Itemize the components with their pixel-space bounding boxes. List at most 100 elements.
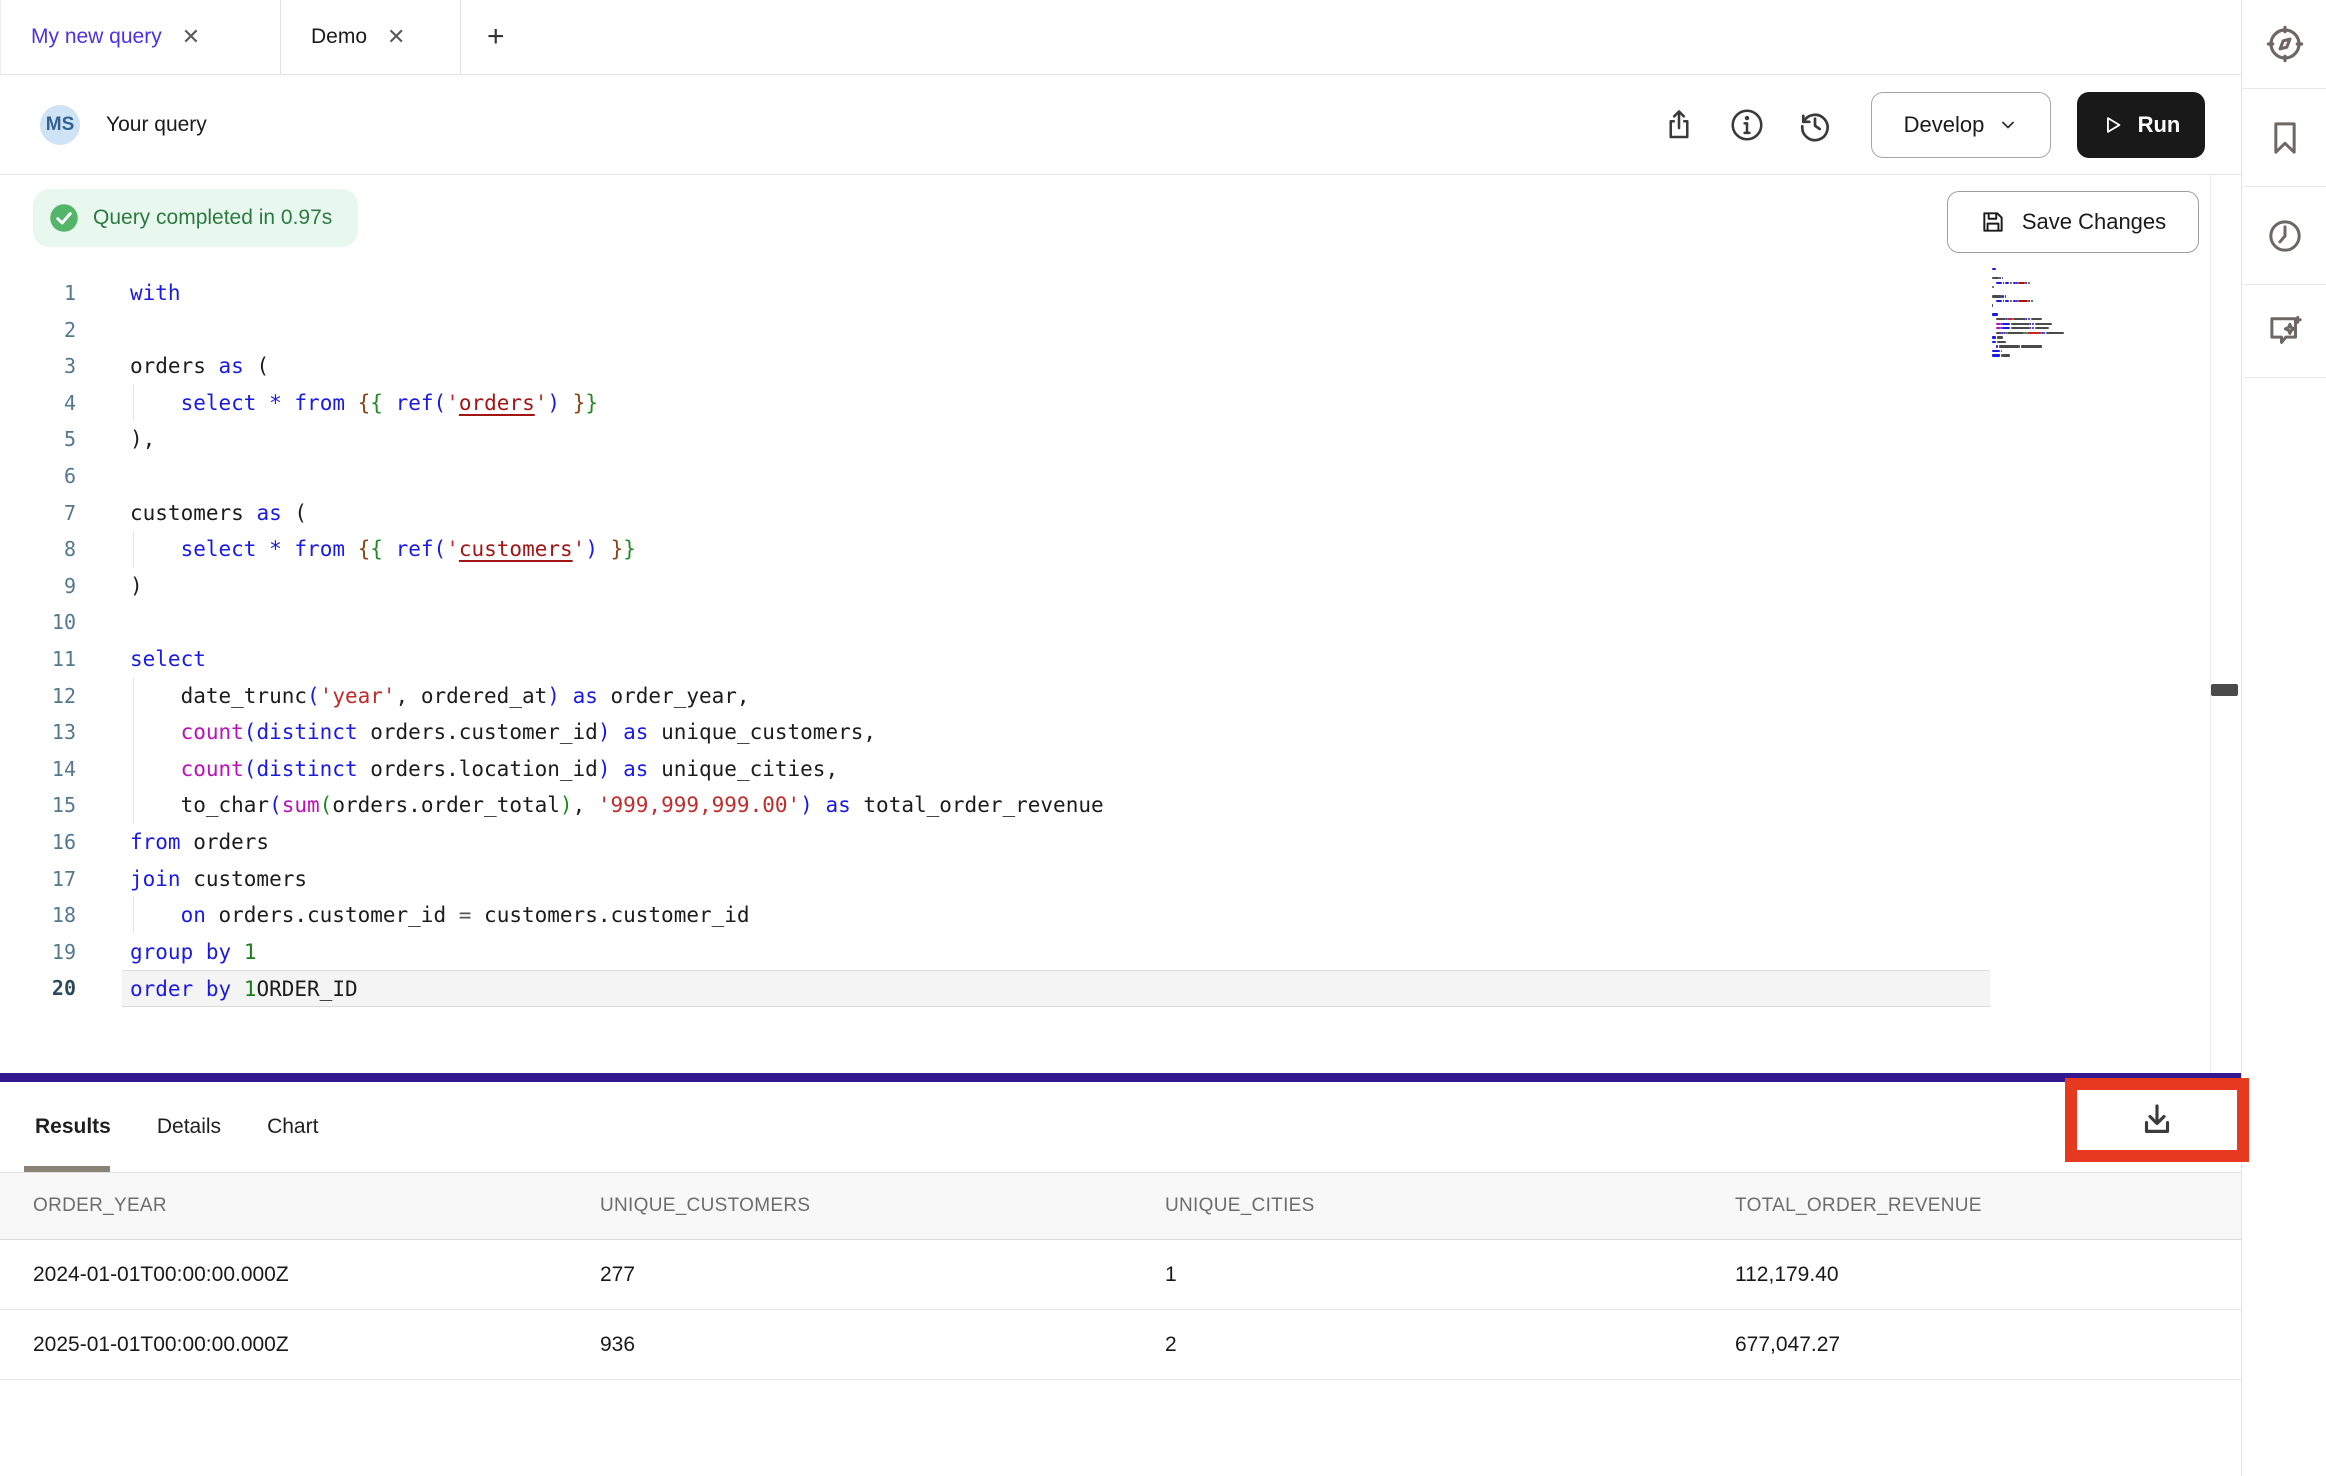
table-cell: 2: [1165, 1333, 1735, 1357]
new-tab-button[interactable]: +: [461, 0, 531, 74]
check-circle-icon: [49, 203, 79, 233]
code-text: with: [122, 275, 1990, 312]
code-text: from orders: [122, 824, 1990, 861]
app-window: My new query ✕ Demo ✕ + MS Your query: [0, 0, 2326, 1476]
code-lines: 1with23orders as (4 select * from {{ ref…: [0, 275, 1990, 1007]
run-label: Run: [2138, 112, 2181, 138]
history-icon[interactable]: [1795, 105, 1835, 145]
code-line[interactable]: 5),: [0, 421, 1990, 458]
bookmarks-button[interactable]: [2243, 89, 2326, 187]
code-text: order by 1ORDER_ID: [122, 970, 1990, 1007]
main-panel: My new query ✕ Demo ✕ + MS Your query: [0, 0, 2242, 1476]
query-header: MS Your query Develop: [0, 75, 2241, 175]
code-line[interactable]: 20order by 1ORDER_ID: [0, 970, 1990, 1007]
code-text: join customers: [122, 861, 1990, 898]
code-line[interactable]: 2: [0, 312, 1990, 349]
code-line[interactable]: 13 count(distinct orders.customer_id) as…: [0, 714, 1990, 751]
code-line[interactable]: 19group by 1: [0, 934, 1990, 971]
code-line[interactable]: 7 customers as (: [0, 495, 1990, 532]
code-text: select * from {{ ref('orders') }}: [122, 385, 1990, 422]
recent-history-button[interactable]: [2243, 187, 2326, 285]
code-text: [122, 312, 1990, 349]
close-icon[interactable]: ✕: [387, 26, 405, 48]
bookmark-icon: [2265, 118, 2305, 158]
tab-results[interactable]: Results: [35, 1115, 111, 1139]
table-cell: 2025-01-01T00:00:00.000Z: [33, 1333, 600, 1357]
line-number: 11: [0, 641, 76, 678]
results-tab-bar: Results Details Chart: [0, 1082, 2241, 1172]
code-text: to_char(sum(orders.order_total), '999,99…: [122, 787, 1990, 824]
tab-demo[interactable]: Demo ✕: [281, 0, 461, 74]
code-line[interactable]: 16 from orders: [0, 824, 1990, 861]
scrollbar-track[interactable]: [2210, 175, 2240, 1073]
table-row[interactable]: 2024-01-01T00:00:00.000Z2771112,179.40: [0, 1240, 2241, 1310]
line-number: 17: [0, 861, 76, 898]
chevron-down-icon: [1998, 115, 2018, 135]
close-icon[interactable]: ✕: [182, 26, 200, 48]
save-label: Save Changes: [2022, 209, 2166, 235]
table-cell: 112,179.40: [1735, 1263, 2241, 1287]
tab-details[interactable]: Details: [157, 1115, 221, 1139]
code-line[interactable]: 1with: [0, 275, 1990, 312]
column-header[interactable]: ORDER_YEAR: [33, 1195, 600, 1217]
code-line[interactable]: 9): [0, 568, 1990, 605]
code-line[interactable]: 4 select * from {{ ref('orders') }}: [0, 385, 1990, 422]
scrollbar-thumb[interactable]: [2211, 684, 2238, 696]
line-number: 19: [0, 934, 76, 971]
line-number: 8: [0, 531, 76, 568]
clock-icon: [2265, 216, 2305, 256]
active-tab-indicator: [24, 1166, 110, 1172]
code-line[interactable]: 6: [0, 458, 1990, 495]
code-line[interactable]: 17 join customers: [0, 861, 1990, 898]
right-toolbar: [2243, 0, 2326, 1476]
ai-chat-button[interactable]: [2243, 285, 2326, 378]
code-text: date_trunc('year', ordered_at) as order_…: [122, 678, 1990, 715]
editor-tab-bar: My new query ✕ Demo ✕ +: [0, 0, 2241, 75]
share-icon[interactable]: [1659, 105, 1699, 145]
status-text: Query completed in 0.97s: [93, 206, 332, 230]
explore-button[interactable]: [2243, 0, 2326, 89]
develop-dropdown[interactable]: Develop: [1871, 92, 2051, 158]
code-line[interactable]: 11 select: [0, 641, 1990, 678]
code-text: [122, 458, 1990, 495]
column-header[interactable]: UNIQUE_CITIES: [1165, 1195, 1735, 1217]
code-line[interactable]: 12 date_trunc('year', ordered_at) as ord…: [0, 678, 1990, 715]
code-text: on orders.customer_id = customers.custom…: [122, 897, 1990, 934]
table-cell: 277: [600, 1263, 1165, 1287]
code-text: count(distinct orders.customer_id) as un…: [122, 714, 1990, 751]
code-line[interactable]: 8 select * from {{ ref('customers') }}: [0, 531, 1990, 568]
line-number: 4: [0, 385, 76, 422]
line-number: 14: [0, 751, 76, 788]
column-header[interactable]: TOTAL_ORDER_REVENUE: [1735, 1195, 2241, 1217]
line-number: 16: [0, 824, 76, 861]
panel-resize-divider[interactable]: [0, 1073, 2241, 1082]
code-line[interactable]: 18 on orders.customer_id = customers.cus…: [0, 897, 1990, 934]
develop-label: Develop: [1904, 112, 1985, 138]
annotation-highlight-box: [2065, 1078, 2249, 1162]
plus-icon: +: [487, 20, 505, 54]
code-text: customers as (: [122, 495, 1990, 532]
table-row[interactable]: 2025-01-01T00:00:00.000Z9362677,047.27: [0, 1310, 2241, 1380]
code-line[interactable]: 10: [0, 604, 1990, 641]
code-text: ): [122, 568, 1990, 605]
table-cell: 936: [600, 1333, 1165, 1357]
line-number: 7: [0, 495, 76, 532]
line-number: 3: [0, 348, 76, 385]
line-number: 15: [0, 787, 76, 824]
ai-chat-sparkle-icon: [2264, 310, 2306, 352]
save-changes-button[interactable]: Save Changes: [1947, 191, 2199, 253]
tab-label: Demo: [311, 25, 367, 49]
code-line[interactable]: 3orders as (: [0, 348, 1990, 385]
download-button[interactable]: [2136, 1099, 2178, 1141]
column-header[interactable]: UNIQUE_CUSTOMERS: [600, 1195, 1165, 1217]
info-icon[interactable]: [1727, 105, 1767, 145]
line-number: 18: [0, 897, 76, 934]
run-button[interactable]: Run: [2077, 92, 2205, 158]
code-line[interactable]: 15 to_char(sum(orders.order_total), '999…: [0, 787, 1990, 824]
minimap[interactable]: [1992, 267, 2064, 358]
code-text: select: [122, 641, 1990, 678]
sql-editor[interactable]: Query completed in 0.97s Save Changes 1w…: [0, 175, 2241, 1073]
tab-chart[interactable]: Chart: [267, 1115, 318, 1139]
code-line[interactable]: 14 count(distinct orders.location_id) as…: [0, 751, 1990, 788]
tab-my-new-query[interactable]: My new query ✕: [1, 0, 281, 74]
